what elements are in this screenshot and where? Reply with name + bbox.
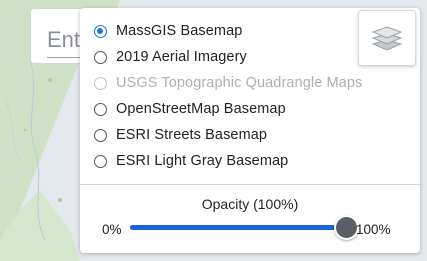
basemap-option: USGS Topographic Quadrangle Maps (94, 70, 362, 96)
basemap-option-label: OpenStreetMap Basemap (116, 101, 286, 117)
layers-icon (371, 26, 403, 51)
layers-toggle-button[interactable] (358, 10, 416, 66)
basemap-option[interactable]: ESRI Light Gray Basemap (94, 148, 362, 174)
opacity-min-label: 0% (102, 222, 122, 237)
basemap-option[interactable]: OpenStreetMap Basemap (94, 96, 362, 122)
basemap-option-label: ESRI Streets Basemap (116, 127, 268, 143)
basemap-option-label: ESRI Light Gray Basemap (116, 153, 289, 169)
basemap-option[interactable]: MassGIS Basemap (94, 18, 362, 44)
basemap-option-label: MassGIS Basemap (116, 23, 243, 39)
basemap-option-label: USGS Topographic Quadrangle Maps (116, 75, 363, 91)
basemap-option[interactable]: 2019 Aerial Imagery (94, 44, 362, 70)
basemap-option-label: 2019 Aerial Imagery (116, 49, 247, 65)
radio-button[interactable] (94, 154, 107, 168)
opacity-max-label: 100% (356, 222, 391, 237)
opacity-slider-thumb[interactable] (333, 215, 359, 240)
basemap-layer-list: MassGIS Basemap 2019 Aerial Imagery USGS T… (94, 18, 362, 174)
opacity-slider-track[interactable] (130, 225, 344, 230)
opacity-slider-fill (130, 225, 344, 230)
basemap-option[interactable]: ESRI Streets Basemap (94, 122, 362, 148)
basemap-panel: MassGIS Basemap 2019 Aerial Imagery USGS T… (80, 8, 420, 253)
radio-button[interactable] (94, 24, 107, 38)
radio-button[interactable] (94, 50, 107, 64)
radio-button[interactable] (94, 128, 107, 142)
radio-button[interactable] (94, 102, 107, 116)
panel-divider (80, 184, 420, 185)
opacity-title: Opacity (100%) (201, 196, 299, 212)
radio-button (94, 76, 107, 90)
